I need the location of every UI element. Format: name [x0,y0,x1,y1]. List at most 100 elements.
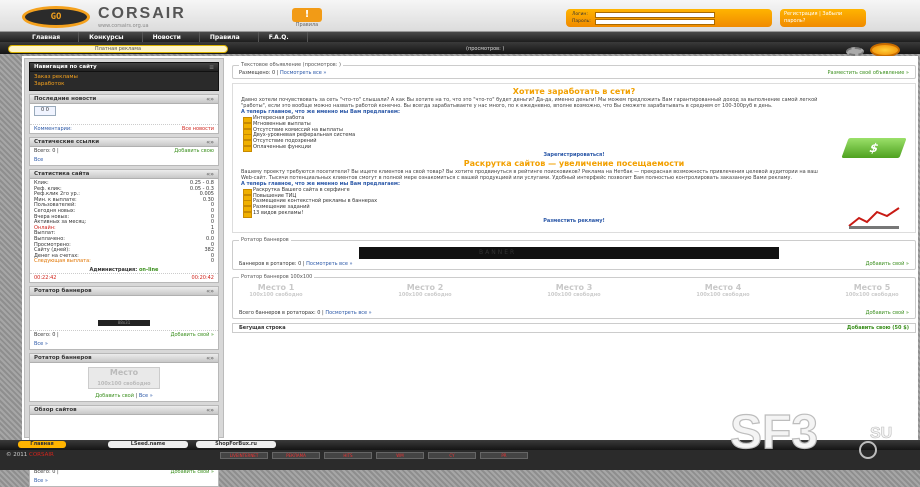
growth-chart-icon [848,207,900,229]
add-static-link[interactable]: Добавить свою [174,148,214,154]
nav-faq[interactable]: F.A.Q. [259,32,308,42]
add-banner-main[interactable]: Добавить свой » [866,261,909,267]
content-frame: Навигация по сайту ≡ Заказ рекламы Зарабо… [22,56,918,487]
time-right: 00:20:42 [191,274,214,281]
money-icon: $ [841,138,907,158]
main-nav: Главная Конкурсы Новости Правила F.A.Q. [0,32,920,42]
banner-rotator-100-box: Ротатор баннеров 100x100 Место 1 100x100 … [232,274,916,319]
site-url: www.corsairs.org.ua [98,23,149,29]
rotator2-block: Ротатор баннеров «» Место 100x100 свободно… [29,352,219,402]
login-input[interactable] [595,11,715,18]
menu-icon[interactable]: ≡ [209,63,214,72]
promo-text-promo: Вашему проекту требуются посетители? Вы … [241,168,818,181]
chevron-icon[interactable]: «» [206,354,214,363]
chevron-icon[interactable]: «» [206,138,214,147]
add-banner-100[interactable]: Добавить свой » [866,310,909,316]
rotator2-all-link[interactable]: Все » [139,393,153,399]
banners-placed: Баннеров в ротаторе: 0 | [239,261,305,267]
promo-panel: Хотите заработать в сети? Давно хотели п… [232,83,916,233]
places-row: Место 1 100x100 свободно Место 2 100x100 св… [239,282,909,310]
running-line-label: Бегущая строка [239,325,286,331]
sidebar: Навигация по сайту ≡ Заказ рекламы Зарабо… [24,58,224,487]
banners-100-view-all[interactable]: Посмотреть все » [325,310,371,316]
list-item: Оплаченные функции [241,144,907,152]
chevron-icon[interactable]: «» [206,406,214,415]
place-ad-link[interactable]: Разместить своё объявление » [827,70,909,76]
static-links-all[interactable]: Все [30,155,218,165]
admin-label: Администрация: [89,266,138,273]
free-place-100[interactable]: Место 5 100x100 свободно [839,284,905,308]
counter-badge[interactable]: PR [480,452,528,459]
comments-link[interactable]: Комментарии: [34,126,72,132]
stats-block: Статистика сайта «» Клик: 0.25 - 0.8 Реф. к… [29,169,219,283]
paid-ads-tab[interactable]: Платная реклама [8,45,228,53]
text-ad-placed: Размещено: 0 | [239,70,279,76]
brand-name: CORSAIR [98,5,186,22]
counter-badge[interactable]: РЕКЛАМА [272,452,320,459]
banner-88x31[interactable]: 88x31 [98,319,150,326]
sidebar-item-order-ads[interactable]: Заказ рекламы [34,74,214,81]
svg-text:SU: SU [870,425,892,442]
logo-badge: GO [22,6,90,28]
nav-news[interactable]: Новости [143,32,200,42]
stats-list: Клик: 0.25 - 0.8 Реф. клик: 0.05 - 0.3 Реф.к… [30,179,218,267]
free-place-100[interactable]: Место 4 100x100 свободно [690,284,756,308]
login-panel: Логин: Пароль: [566,9,772,27]
rotator2-title: Ротатор баннеров [34,354,92,361]
counter-badge[interactable]: CY [428,452,476,459]
counter-badge[interactable]: WM [376,452,424,459]
admin-status: on-line [139,266,159,273]
all-news-link[interactable]: Все новости [182,126,214,132]
gear-icon [846,43,916,57]
counter-badge[interactable]: LIVEINTERNET [220,452,268,459]
review-all-link[interactable]: Все » [30,476,218,486]
text-ad-view-all[interactable]: Посмотреть все » [280,70,326,76]
chevron-icon[interactable]: «» [206,95,214,104]
free-place-100[interactable]: Место 3 100x100 свободно [541,284,607,308]
rules-link[interactable]: ! Правила [291,8,323,30]
nav-block: Навигация по сайту ≡ Заказ рекламы Зарабо… [29,62,219,91]
banners-100-placed: Всего баннеров в ротаторах: 0 | [239,310,324,316]
time-left: 00:22:42 [34,274,57,281]
site-header: GO CORSAIR www.corsairs.org.ua ! Правила… [0,0,920,32]
footer-lseed-button[interactable]: LSeed.name [108,441,188,448]
free-place-100[interactable]: Место 1 100x100 свободно [243,284,309,308]
logo[interactable]: GO CORSAIR www.corsairs.org.ua [22,5,202,29]
exclamation-icon: ! [292,8,322,22]
add-running-line[interactable]: Добавить свою (50 $) [847,325,909,331]
free-place[interactable]: Место 100x100 свободно [88,366,160,389]
banners-view-all[interactable]: Посмотреть все » [306,261,352,267]
add-banner2-link[interactable]: Добавить свой [95,393,134,399]
footer-home-button[interactable]: Главная [18,441,66,448]
stats-title: Статистика сайта [34,171,90,177]
free-place-100[interactable]: Место 2 100x100 свободно [392,284,458,308]
svg-text:SF3: SF3 [730,406,818,459]
counter-badge[interactable]: HITS [324,452,372,459]
promo-text-earn: Давно хотели почувствовать за сеть "что-… [241,97,818,109]
password-label: Пароль: [572,19,591,24]
footer-shopforbux-button[interactable]: ShopForBux.ru [196,441,276,448]
place-ad-cta[interactable]: Разместить рекламу! [241,217,907,225]
sidebar-item-earnings[interactable]: Заработок [34,81,214,88]
rotator-block: Ротатор баннеров «» 88x31 Всего: 0 | Доба… [29,285,219,350]
chevron-icon[interactable]: «» [206,170,214,179]
news-title: Последние новости [34,96,97,102]
nav-rules[interactable]: Правила [200,32,259,42]
nav-contests[interactable]: Конкурсы [79,32,143,42]
promo-title-earn: Хотите заработать в сети? [512,87,636,96]
add-banner-link[interactable]: Добавить свой » [171,332,214,338]
chevron-icon[interactable]: «» [206,287,214,296]
register-link[interactable]: Регистрация | Забыли пароль? [780,9,866,27]
banner-rotator-100-legend: Ротатор баннеров 100x100 [241,274,313,280]
register-cta[interactable]: Зарегистрироваться! [241,151,907,159]
news-counter: 0 0 [34,106,56,116]
rotator-total: Всего: 0 | [34,331,59,338]
banner-468[interactable]: BANNER [359,247,779,259]
password-input[interactable] [595,18,715,25]
promo-list-promo: Раскрутка Вашего сайта в серфинге Повышен… [241,187,907,218]
banner-rotator-legend: Ротатор баннеров [241,237,289,243]
logo-text: CORSAIR www.corsairs.org.ua [98,5,186,29]
rotator-all-link[interactable]: Все » [30,339,218,349]
nav-home[interactable]: Главная [22,32,80,42]
banner-rotator-box: Ротатор баннеров BANNER Баннеров в ротат… [232,237,916,270]
